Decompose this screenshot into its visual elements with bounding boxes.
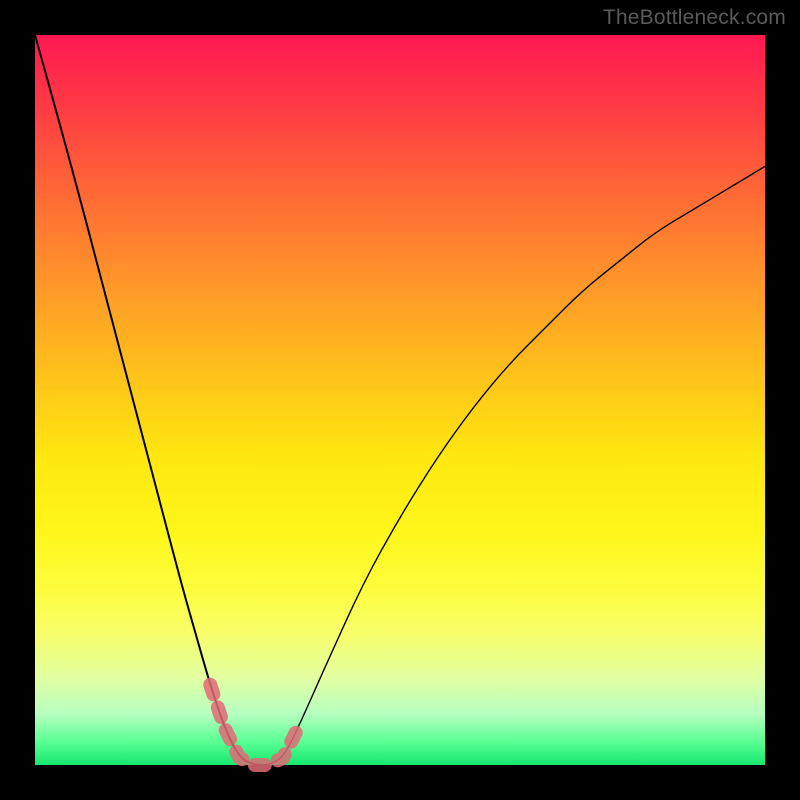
curve-left-branch: [35, 35, 269, 765]
chart-frame: TheBottleneck.com: [0, 0, 800, 800]
bottleneck-curve-svg: [35, 35, 765, 765]
plot-area: [35, 35, 765, 765]
watermark-text: TheBottleneck.com: [603, 6, 786, 30]
curve-right-branch: [254, 166, 765, 765]
curve-highlight-dash: [210, 685, 298, 765]
